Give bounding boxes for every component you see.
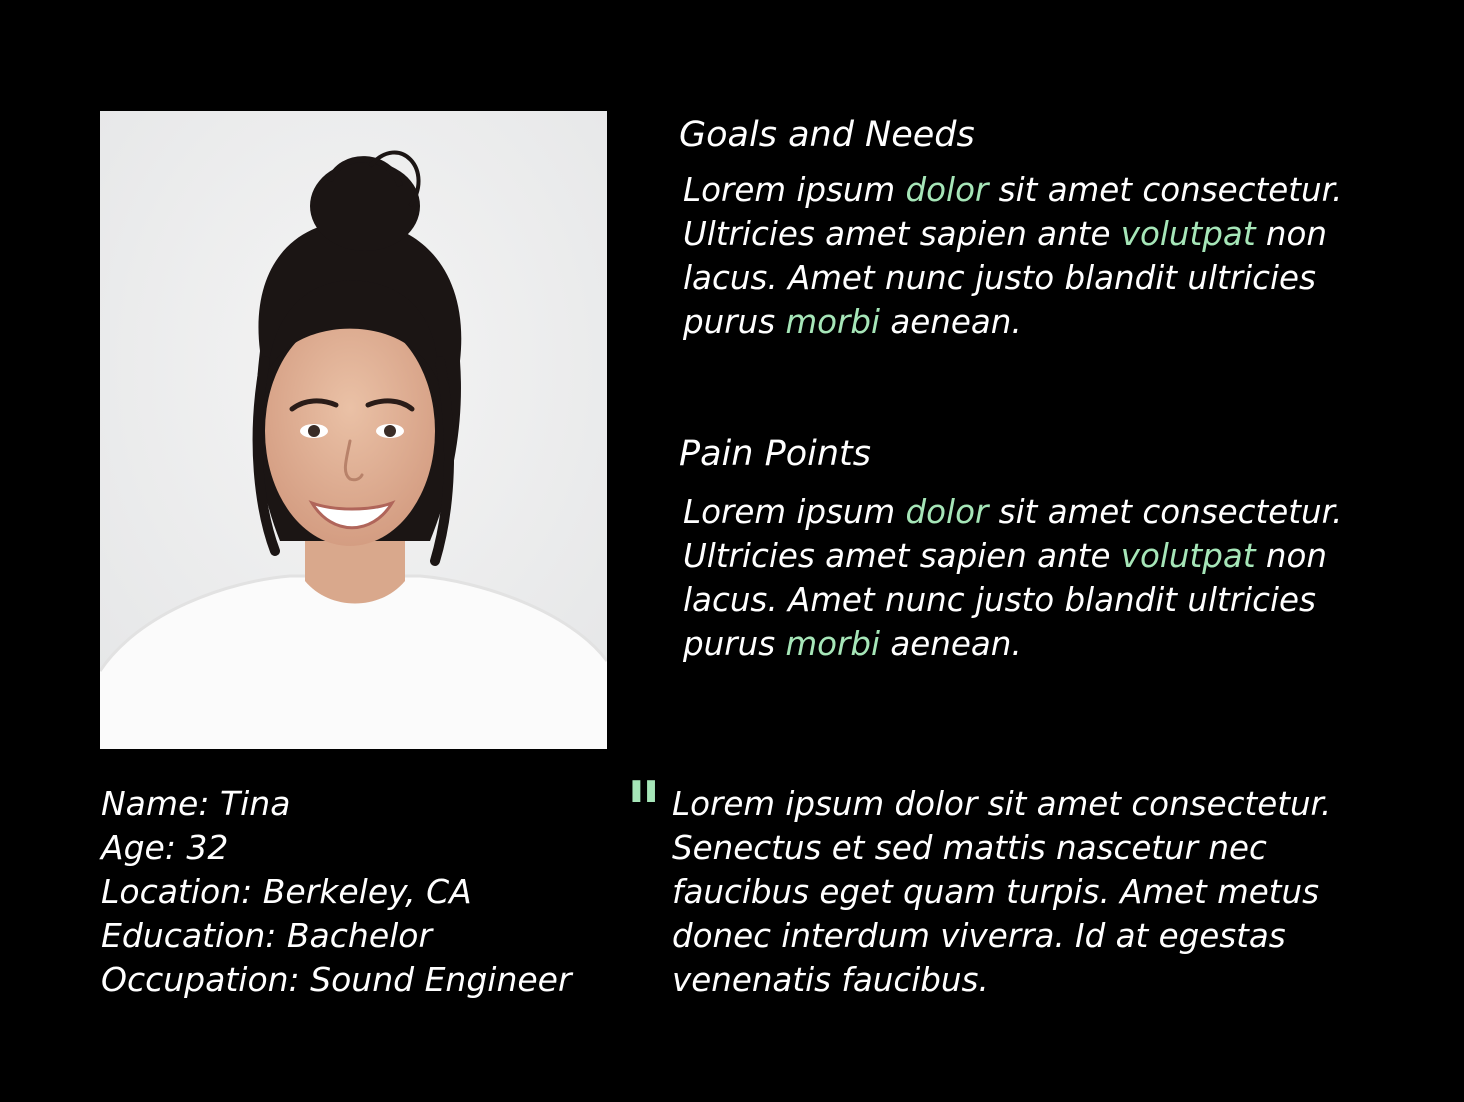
goals-body: Lorem ipsum dolor sit amet consectetur. …: [683, 168, 1342, 344]
portrait-illustration: [100, 111, 607, 749]
profile-occupation: Occupation: Sound Engineer: [101, 960, 572, 999]
quote-line: donec interdum viverra. Id at egestas: [672, 917, 1286, 955]
pain-points-line: Lorem ipsum dolor sit amet consectetur.: [683, 493, 1343, 531]
quote-mark-icon: ": [626, 765, 662, 858]
pain-points-line: Ultricies amet sapien ante volutpat non: [683, 537, 1327, 575]
goals-line: lacus. Amet nunc justo blandit ultricies: [683, 259, 1316, 297]
pain-points-line: lacus. Amet nunc justo blandit ultricies: [683, 581, 1316, 619]
pain-points-title: Pain Points: [679, 434, 871, 474]
goals-line: purus morbi aenean.: [683, 303, 1022, 341]
profile-location: Location: Berkeley, CA: [101, 872, 472, 911]
quote-line: Senectus et sed mattis nascetur nec: [672, 829, 1267, 867]
persona-quote: Lorem ipsum dolor sit amet consectetur. …: [672, 782, 1331, 1002]
profile-education: Education: Bachelor: [101, 916, 433, 955]
quote-line: venenatis faucibus.: [672, 961, 989, 999]
pain-points-body: Lorem ipsum dolor sit amet consectetur. …: [683, 490, 1342, 666]
persona-photo: [100, 111, 607, 749]
goals-line: Ultricies amet sapien ante volutpat non: [683, 215, 1327, 253]
goals-title: Goals and Needs: [679, 115, 975, 155]
pain-points-line: purus morbi aenean.: [683, 625, 1022, 663]
profile-name: Name: Tina: [101, 784, 291, 823]
quote-line: faucibus eget quam turpis. Amet metus: [672, 873, 1320, 911]
persona-profile: Name: Tina Age: 32 Location: Berkeley, C…: [101, 782, 572, 1002]
goals-line: Lorem ipsum dolor sit amet consectetur.: [683, 171, 1343, 209]
quote-line: Lorem ipsum dolor sit amet consectetur.: [672, 785, 1332, 823]
profile-age: Age: 32: [101, 828, 229, 867]
